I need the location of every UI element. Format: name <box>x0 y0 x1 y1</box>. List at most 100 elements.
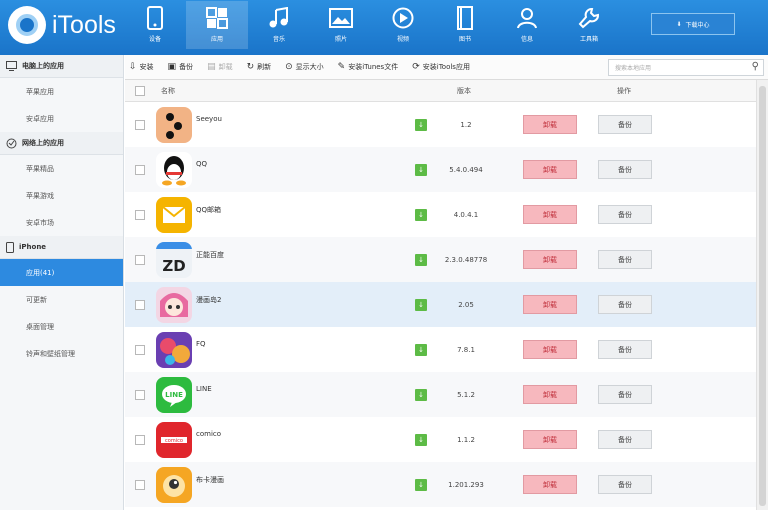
app-type-badge: ↓ <box>415 344 427 356</box>
uninstall-row-button[interactable]: 卸载 <box>523 430 577 449</box>
backup-row-button[interactable]: 备份 <box>598 340 652 359</box>
svg-text:ZD: ZD <box>162 257 185 275</box>
uninstall-icon: ▤ <box>207 62 216 72</box>
search-icon[interactable]: ⚲ <box>752 61 759 72</box>
backup-row-button[interactable]: 备份 <box>598 295 652 314</box>
backup-row-button[interactable]: 备份 <box>598 250 652 269</box>
row-checkbox[interactable] <box>135 120 145 130</box>
nav-label: 工具箱 <box>579 36 598 43</box>
row-checkbox[interactable] <box>135 480 145 490</box>
sidebar-item-apple-games[interactable]: 苹果游戏 <box>0 182 123 209</box>
nav-video[interactable]: 视频 <box>372 1 434 49</box>
install-button[interactable]: ⇩ 安装 <box>129 62 154 72</box>
table-row[interactable]: comico comico ↓ 1.1.2 卸载 备份 <box>125 417 756 462</box>
app-name: LINE <box>196 385 212 393</box>
row-checkbox[interactable] <box>135 210 145 220</box>
table-row[interactable]: Seeyou ↓ 1.2 卸载 备份 <box>125 102 756 147</box>
column-version[interactable]: 版本 <box>457 86 471 96</box>
toolbar-label: 刷新 <box>257 63 272 71</box>
show-size-button[interactable]: ⊙ 显示大小 <box>285 62 324 72</box>
sidebar-section-iphone[interactable]: iPhone <box>0 236 123 259</box>
nav-contacts[interactable]: 信息 <box>496 1 558 49</box>
table-row[interactable]: QQ ↓ 5.4.0.494 卸载 备份 <box>125 147 756 192</box>
sidebar-item-android-market[interactable]: 安卓市场 <box>0 209 123 236</box>
sidebar-item-apps-41[interactable]: 应用(41) <box>0 259 123 286</box>
row-checkbox[interactable] <box>135 255 145 265</box>
nav-apps[interactable]: 应用 <box>186 1 248 49</box>
sidebar-item-desktop-manage[interactable]: 桌面管理 <box>0 313 123 340</box>
nav-label: 设备 <box>148 36 161 43</box>
toolbar-label: 卸载 <box>218 63 233 71</box>
backup-row-button[interactable]: 备份 <box>598 385 652 404</box>
scrollbar-thumb[interactable] <box>759 86 766 506</box>
download-center-button[interactable]: ⬇ 下载中心 <box>651 13 735 35</box>
table-row[interactable]: QQ邮箱 ↓ 4.0.4.1 卸载 备份 <box>125 192 756 237</box>
qq-mail-app-icon <box>156 197 192 233</box>
sidebar-item-apple-apps[interactable]: 苹果应用 <box>0 78 123 105</box>
app-type-badge: ↓ <box>415 164 427 176</box>
toolbar: ⇩ 安装 ▣ 备份 ▤ 卸载 ↻ 刷新 ⊙ 显示大小 ✎ 安装iTunes文件 ⟳ 安装iTo… <box>125 55 768 80</box>
install-itunes-file-button[interactable]: ✎ 安装iTunes文件 <box>338 62 399 72</box>
row-checkbox[interactable] <box>135 345 145 355</box>
nav-music[interactable]: 音乐 <box>248 1 310 49</box>
uninstall-button[interactable]: ▤ 卸载 <box>207 62 233 72</box>
zd-app-icon: ZD <box>156 242 192 278</box>
nav-device[interactable]: 设备 <box>124 1 186 49</box>
row-checkbox[interactable] <box>135 165 145 175</box>
nav-photo[interactable]: 照片 <box>310 1 372 49</box>
svg-text:LINE: LINE <box>165 391 183 399</box>
app-type-badge: ↓ <box>415 119 427 131</box>
app-name: 布卡漫画 <box>196 476 224 484</box>
install-itools-app-button[interactable]: ⟳ 安装iTools应用 <box>412 62 470 72</box>
uninstall-row-button[interactable]: 卸载 <box>523 295 577 314</box>
itools-logo: iTools <box>8 6 116 44</box>
table-row[interactable]: FQ ↓ 7.8.1 卸载 备份 <box>125 327 756 372</box>
backup-button[interactable]: ▣ 备份 <box>168 62 194 72</box>
uninstall-row-button[interactable]: 卸载 <box>523 250 577 269</box>
size-icon: ⊙ <box>285 62 293 72</box>
sidebar-section-pc-apps[interactable]: 电脑上的应用 <box>0 55 123 78</box>
uninstall-row-button[interactable]: 卸载 <box>523 160 577 179</box>
backup-icon: ▣ <box>167 62 177 72</box>
column-action: 操作 <box>617 87 631 95</box>
section-title: 电脑上的应用 <box>22 62 64 70</box>
app-name: Seeyou <box>196 115 222 123</box>
uninstall-row-button[interactable]: 卸载 <box>523 475 577 494</box>
sidebar-item-updatable[interactable]: 可更新 <box>0 286 123 313</box>
table-row[interactable]: ZD 正能百度 ↓ 2.3.0.48778 卸载 备份 <box>125 237 756 282</box>
row-checkbox[interactable] <box>135 300 145 310</box>
main-nav: 设备 应用 音乐 照片 视频 图书 信息 工具箱 <box>124 0 620 55</box>
uninstall-row-button[interactable]: 卸载 <box>523 115 577 134</box>
backup-row-button[interactable]: 备份 <box>598 205 652 224</box>
table-row[interactable]: 布卡漫画 ↓ 1.201.293 卸载 备份 <box>125 462 756 507</box>
backup-row-button[interactable]: 备份 <box>598 160 652 179</box>
uninstall-row-button[interactable]: 卸载 <box>523 205 577 224</box>
table-row[interactable]: LINE LINE ↓ 5.1.2 卸载 备份 <box>125 372 756 417</box>
svg-text:comico: comico <box>165 438 183 444</box>
search-input[interactable]: 搜索本地应用 ⚲ <box>608 59 764 76</box>
uninstall-row-button[interactable]: 卸载 <box>523 340 577 359</box>
uninstall-row-button[interactable]: 卸载 <box>523 385 577 404</box>
backup-row-button[interactable]: 备份 <box>598 475 652 494</box>
row-checkbox[interactable] <box>135 390 145 400</box>
refresh-button[interactable]: ↻ 刷新 <box>247 62 272 72</box>
sidebar-section-online-apps[interactable]: 网络上的应用 <box>0 132 123 155</box>
section-title: 网络上的应用 <box>22 139 64 147</box>
backup-row-button[interactable]: 备份 <box>598 115 652 134</box>
table-row[interactable]: 漫画岛2 ↓ 2.05 卸载 备份 <box>125 282 756 327</box>
column-name[interactable]: 名称 <box>161 86 175 96</box>
install-icon: ⇩ <box>129 62 137 72</box>
nav-toolbox[interactable]: 工具箱 <box>558 1 620 49</box>
select-all-checkbox[interactable] <box>135 86 145 96</box>
row-checkbox[interactable] <box>135 435 145 445</box>
toolbar-label: 安装iTools应用 <box>422 63 470 71</box>
sidebar-item-ringtone-wallpaper[interactable]: 铃声和壁纸管理 <box>0 340 123 367</box>
sidebar-item-apple-picks[interactable]: 苹果精品 <box>0 155 123 182</box>
nav-book[interactable]: 图书 <box>434 1 496 49</box>
toolbar-label: 备份 <box>179 63 194 71</box>
toolbox-icon <box>577 6 601 30</box>
backup-row-button[interactable]: 备份 <box>598 430 652 449</box>
app-type-badge: ↓ <box>415 254 427 266</box>
vertical-scrollbar[interactable] <box>756 80 768 510</box>
sidebar-item-android-apps[interactable]: 安卓应用 <box>0 105 123 132</box>
